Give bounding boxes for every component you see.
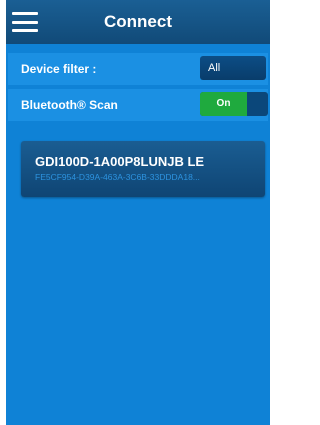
app-screen: Connect Device filter : All Bluetooth® S… [6, 0, 270, 425]
toggle-on-label: On [200, 92, 247, 116]
device-id: FE5CF954-D39A-463A-3C6B-33DDDA18... [35, 172, 200, 182]
bluetooth-scan-label: Bluetooth® Scan [21, 98, 118, 112]
bluetooth-scan-toggle[interactable]: On [200, 92, 268, 116]
device-filter-label: Device filter : [21, 62, 97, 76]
title-bar: Connect [6, 0, 270, 44]
device-filter-row: Device filter : All [8, 53, 268, 85]
device-filter-select[interactable]: All [200, 56, 266, 80]
page-title: Connect [104, 12, 172, 31]
device-list-item[interactable]: GDI100D-1A00P8LUNJB LE FE5CF954-D39A-463… [21, 141, 265, 197]
hamburger-icon[interactable] [12, 12, 38, 32]
bluetooth-scan-row: Bluetooth® Scan On [8, 89, 268, 121]
device-name: GDI100D-1A00P8LUNJB LE [35, 154, 205, 169]
